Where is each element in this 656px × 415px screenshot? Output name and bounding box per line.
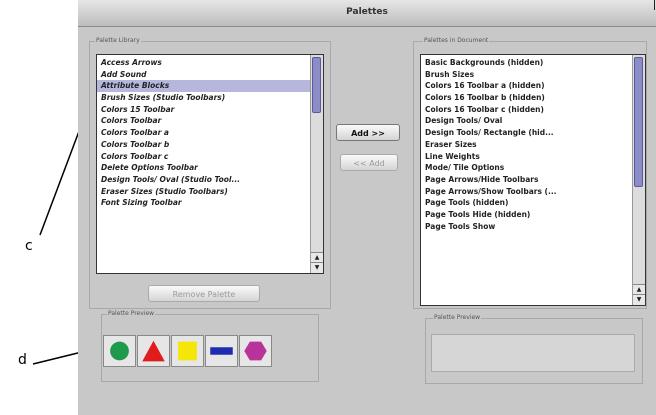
library-list-item[interactable]: Add Sound: [97, 69, 323, 81]
bar-icon: [210, 347, 233, 355]
document-scroll-down-icon[interactable]: ▼: [633, 294, 645, 305]
annotation-label-d: d: [18, 352, 27, 368]
annotation-label-c: c: [25, 238, 33, 254]
preview-right-label: Palette Preview: [433, 314, 482, 321]
palette-library-label: Palette Library: [95, 37, 141, 44]
document-scroll-thumb[interactable]: [634, 57, 643, 187]
document-list-item[interactable]: Colors 16 Toolbar a (hidden): [421, 80, 645, 92]
hexagon-icon: [244, 341, 267, 361]
triangle-icon: [142, 340, 165, 362]
library-scroll-down-icon[interactable]: ▼: [311, 262, 323, 273]
library-list-item[interactable]: Attribute Blocks: [97, 80, 323, 93]
document-list-item[interactable]: Page Tools Hide (hidden): [421, 209, 645, 221]
palettes-dialog: Palettes Palette Library Access Arrows Ad…: [78, 0, 656, 415]
square-icon: [178, 341, 197, 361]
library-list-item[interactable]: Colors 15 Toolbar: [97, 104, 323, 116]
palette-preview-strip: [102, 332, 316, 370]
library-list-item[interactable]: Colors Toolbar c: [97, 151, 323, 163]
palettes-in-document-list[interactable]: Basic Backgrounds (hidden) Brush Sizes Col…: [420, 54, 646, 306]
preview-left-label: Palette Preview: [107, 310, 156, 317]
library-list-item[interactable]: Eraser Sizes (Studio Toolbars): [97, 186, 323, 198]
document-list-item[interactable]: Eraser Sizes: [421, 139, 645, 151]
document-list-item[interactable]: Colors 16 Toolbar c (hidden): [421, 104, 645, 116]
circle-icon: [110, 341, 129, 361]
document-scrollbar[interactable]: ▲ ▼: [632, 55, 645, 305]
square-swatch-button[interactable]: [171, 335, 204, 367]
remove-button[interactable]: << Add: [340, 154, 398, 171]
library-list-item[interactable]: Colors Toolbar b: [97, 139, 323, 151]
title-bar: Palettes: [78, 0, 656, 27]
circle-swatch-button[interactable]: [103, 335, 136, 367]
document-list-item[interactable]: Basic Backgrounds (hidden): [421, 57, 645, 69]
library-list-item[interactable]: Delete Options Toolbar: [97, 162, 323, 174]
library-scrollbar[interactable]: ▲ ▼: [310, 55, 323, 273]
library-list-item[interactable]: Brush Sizes (Studio Toolbars): [97, 92, 323, 104]
corner-line: [654, 0, 655, 10]
document-list-item[interactable]: Line Weights: [421, 151, 645, 163]
document-list-item[interactable]: Page Arrows/Show Toolbars (...: [421, 186, 645, 198]
palette-library-list[interactable]: Access Arrows Add Sound Attribute Blocks Br…: [96, 54, 324, 274]
document-list-item[interactable]: Design Tools/ Oval: [421, 115, 645, 127]
add-button[interactable]: Add >>: [336, 124, 400, 141]
library-list-item[interactable]: Design Tools/ Oval (Studio Tool...: [97, 174, 323, 186]
document-list-item[interactable]: Colors 16 Toolbar b (hidden): [421, 92, 645, 104]
library-list-item[interactable]: Colors Toolbar a: [97, 127, 323, 139]
hexagon-swatch-button[interactable]: [239, 335, 272, 367]
library-list-item[interactable]: Font Sizing Toolbar: [97, 197, 323, 209]
bar-swatch-button[interactable]: [205, 335, 238, 367]
triangle-swatch-button[interactable]: [137, 335, 170, 367]
remove-palette-button[interactable]: Remove Palette: [148, 285, 260, 302]
library-list-item[interactable]: Access Arrows: [97, 57, 323, 69]
document-list-item[interactable]: Mode/ Tile Options: [421, 162, 645, 174]
document-list-item[interactable]: Page Arrows/Hide Toolbars: [421, 174, 645, 186]
library-scroll-thumb[interactable]: [312, 57, 321, 113]
preview-right-area: [431, 334, 635, 372]
document-list-item[interactable]: Brush Sizes: [421, 69, 645, 81]
document-list-item[interactable]: Page Tools Show: [421, 221, 645, 233]
palettes-in-document-label: Palettes in Document: [423, 37, 490, 44]
document-list-item[interactable]: Page Tools (hidden): [421, 197, 645, 209]
document-list-item[interactable]: Design Tools/ Rectangle (hid...: [421, 127, 645, 139]
window-title: Palettes: [346, 7, 388, 17]
library-list-item[interactable]: Colors Toolbar: [97, 115, 323, 127]
